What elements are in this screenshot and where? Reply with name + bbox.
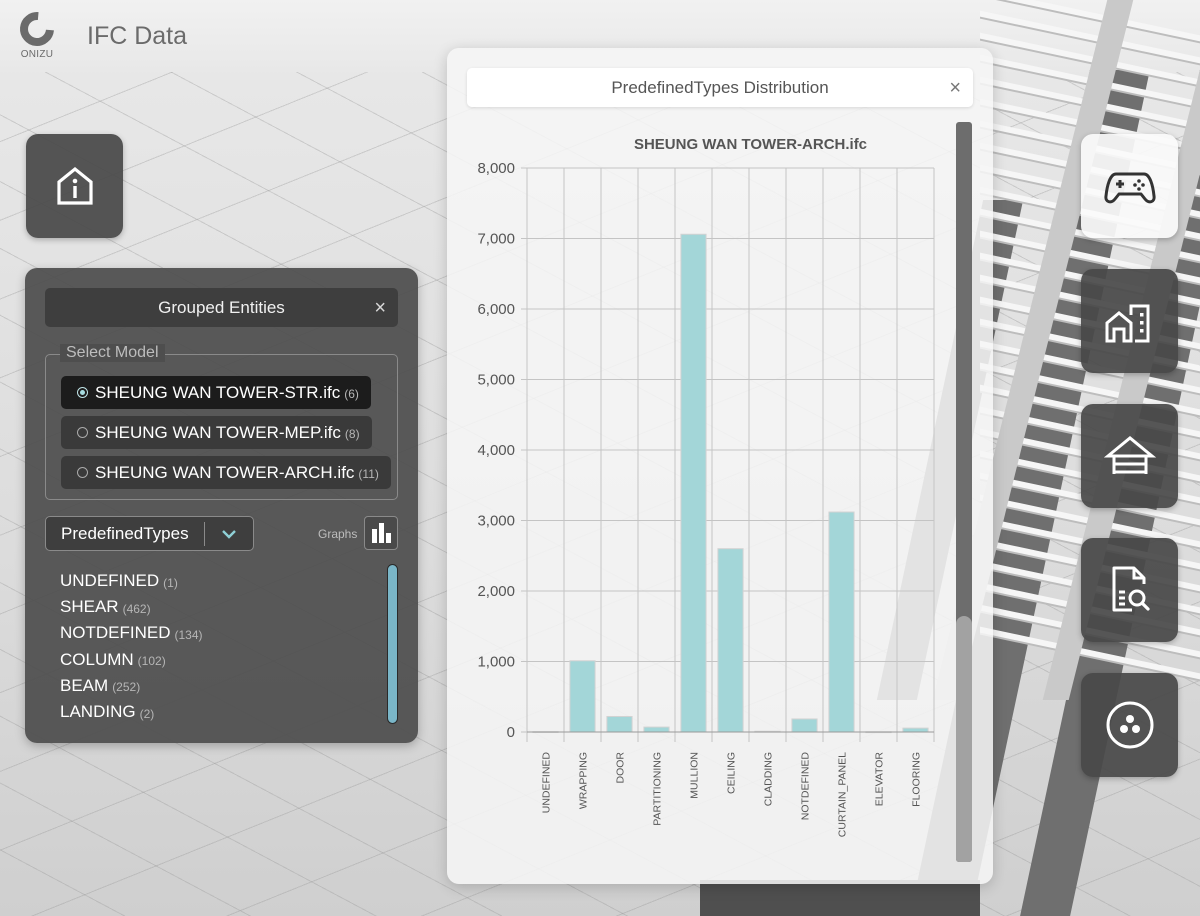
panel-title: PredefinedTypes Distribution — [611, 77, 829, 97]
bar-door — [606, 715, 633, 733]
x-tick-label: DOOR — [615, 752, 627, 784]
model-name: SHEUNG WAN TOWER-MEP.ifc — [95, 422, 341, 442]
chevron-down-icon[interactable] — [205, 529, 253, 539]
gamepad-icon — [1103, 172, 1156, 204]
x-tick-label: CLADDING — [763, 752, 775, 806]
app-title: IFC Data — [87, 22, 188, 50]
onizu-logo: ONIZU — [13, 5, 61, 62]
x-tick-label: CURTAIN_PANEL — [837, 752, 849, 837]
graphs-button[interactable] — [364, 516, 398, 550]
chart-title: SHEUNG WAN TOWER-ARCH.ifc — [634, 136, 867, 153]
list-item[interactable]: UNDEFINED (1) — [60, 568, 203, 594]
chart-scrollbar-thumb[interactable] — [956, 616, 972, 862]
type-name: LANDING — [60, 702, 136, 722]
type-name: UNDEFINED — [60, 571, 160, 591]
document-search-button[interactable] — [1081, 538, 1178, 642]
type-name: NOTDEFINED — [60, 623, 171, 643]
type-list: UNDEFINED (1) SHEAR (462) NOTDEFINED (134) … — [60, 568, 203, 725]
type-name: COLUMN — [60, 649, 134, 669]
model-option-arch[interactable]: SHEUNG WAN TOWER-ARCH.ifc (11) — [61, 456, 391, 489]
distribution-panel: SHEUNG WAN TOWER-ARCH.ifc 0 1,000 2,000 3,00… — [447, 48, 993, 884]
type-count: (102) — [137, 654, 166, 669]
x-tick-label: PARTITIONING — [652, 752, 664, 826]
radio-icon — [77, 467, 88, 478]
y-tick-label: 4,000 — [477, 442, 515, 459]
model-option-str[interactable]: SHEUNG WAN TOWER-STR.ifc (6) — [61, 376, 371, 409]
x-tick-label: CEILING — [726, 752, 738, 794]
x-tick-label: NOTDEFINED — [800, 752, 812, 821]
storey-icon — [1103, 436, 1156, 474]
type-count: (252) — [112, 680, 141, 695]
x-tick-label: ELEVATOR — [874, 752, 886, 807]
x-tick-label: WRAPPING — [578, 752, 590, 809]
y-tick-label: 5,000 — [477, 372, 515, 389]
bar-mullion — [680, 233, 707, 733]
group-button[interactable] — [1081, 673, 1178, 777]
logo-text: ONIZU — [20, 49, 54, 60]
y-tick-label: 7,000 — [477, 231, 515, 248]
game-mode-button[interactable] — [1081, 134, 1178, 238]
select-model-group: Select Model SHEUNG WAN TOWER-STR.ifc (6… — [45, 344, 398, 500]
model-option-mep[interactable]: SHEUNG WAN TOWER-MEP.ifc (8) — [61, 416, 372, 449]
grouped-entities-header: Grouped Entities × — [45, 288, 398, 327]
type-count: (2) — [139, 706, 155, 721]
y-tick-label: 8,000 — [477, 160, 515, 177]
property-select-value: PredefinedTypes — [61, 523, 189, 543]
model-name: SHEUNG WAN TOWER-ARCH.ifc — [95, 462, 355, 482]
distribution-header: PredefinedTypes Distribution × — [467, 68, 973, 107]
model-name: SHEUNG WAN TOWER-STR.ifc — [95, 382, 341, 402]
y-tick-label: 3,000 — [477, 513, 515, 530]
close-icon[interactable]: × — [949, 78, 961, 98]
x-tick-label: MULLION — [689, 752, 701, 799]
storeys-button[interactable] — [1081, 404, 1178, 508]
type-name: BEAM — [60, 675, 109, 695]
bar-ceiling — [717, 548, 744, 733]
panel-title: Grouped Entities — [158, 297, 285, 317]
bar-wrapping — [569, 660, 596, 733]
bar-notdefined — [791, 718, 818, 733]
y-tick-label: 6,000 — [477, 301, 515, 318]
close-icon[interactable]: × — [374, 298, 386, 318]
bar-chart-icon — [378, 523, 384, 543]
bar-chart: SHEUNG WAN TOWER-ARCH.ifc 0 1,000 2,000 3,00… — [477, 136, 935, 837]
property-select[interactable]: PredefinedTypes — [45, 516, 254, 551]
list-item[interactable]: COLUMN (102) — [60, 647, 203, 673]
type-count: (134) — [174, 627, 203, 642]
model-count: (6) — [344, 387, 359, 401]
bar-curtain_panel — [828, 511, 855, 733]
buildings-icon — [1105, 304, 1149, 343]
info-button[interactable] — [26, 134, 123, 238]
select-model-legend: Select Model — [60, 344, 165, 362]
floor-shadow — [700, 880, 980, 916]
list-item[interactable]: NOTDEFINED (134) — [60, 620, 203, 646]
x-tick-label: FLOORING — [911, 752, 923, 807]
grouped-entities-panel: Grouped Entities × Select Model SHEUNG W… — [25, 268, 418, 743]
logo-ring-icon — [13, 5, 61, 53]
bar-chart-icon — [371, 529, 377, 543]
x-tick-label: UNDEFINED — [541, 752, 553, 814]
group-circle-icon — [1106, 701, 1153, 749]
graphs-label: Graphs — [318, 527, 358, 541]
list-item[interactable]: LANDING (2) — [60, 699, 203, 725]
bar-partitioning — [643, 726, 670, 733]
model-count: (8) — [344, 427, 360, 441]
document-search-icon — [1112, 566, 1150, 612]
radio-icon — [77, 427, 88, 438]
y-tick-label: 0 — [507, 724, 515, 741]
radio-selected-icon — [77, 387, 88, 398]
model-count: (11) — [358, 467, 379, 481]
type-count: (462) — [122, 601, 151, 616]
info-house-icon — [56, 166, 93, 205]
y-tick-label: 1,000 — [477, 654, 515, 671]
buildings-button[interactable] — [1081, 269, 1178, 373]
y-tick-label: 2,000 — [477, 583, 515, 600]
bar-chart-icon — [385, 533, 391, 543]
type-count: (1) — [163, 575, 178, 590]
list-item[interactable]: BEAM (252) — [60, 673, 203, 699]
list-item[interactable]: SHEAR (462) — [60, 594, 203, 620]
bar-flooring — [902, 727, 929, 733]
type-list-scrollbar[interactable] — [387, 564, 398, 724]
type-name: SHEAR — [60, 597, 119, 617]
